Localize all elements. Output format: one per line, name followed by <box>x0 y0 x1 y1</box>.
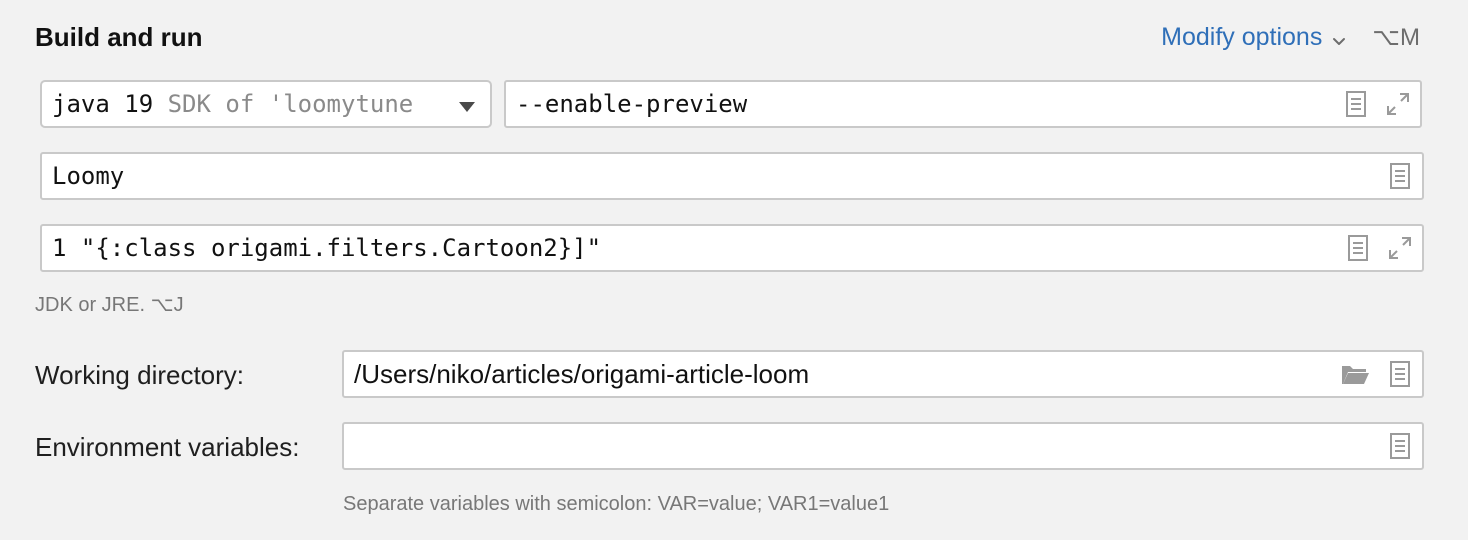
environment-variables-icons <box>1388 424 1412 468</box>
program-arguments-input[interactable]: 1 "{:class origami.filters.Cartoon2}]" <box>52 226 601 270</box>
folder-open-icon[interactable] <box>1340 360 1370 388</box>
modify-options-link[interactable]: Modify options <box>1161 23 1322 52</box>
section-title: Build and run <box>35 22 203 52</box>
document-icon[interactable] <box>1346 234 1370 262</box>
document-icon[interactable] <box>1344 90 1368 118</box>
working-directory-label: Working directory: <box>35 360 245 390</box>
modify-options[interactable]: Modify options ⌥M <box>1161 20 1420 54</box>
chevron-down-icon[interactable] <box>1330 28 1348 46</box>
vm-options-field[interactable]: --enable-preview <box>504 80 1422 128</box>
jdk-combobox[interactable]: java 19 SDK of 'loomytune <box>40 80 492 128</box>
main-class-field[interactable]: Loomy <box>40 152 1424 200</box>
environment-variables-hint: Separate variables with semicolon: VAR=v… <box>343 493 890 515</box>
triangle-down-icon[interactable] <box>458 100 476 112</box>
jdk-hint: JDK or JRE. ⌥J <box>35 294 184 316</box>
document-icon[interactable] <box>1388 162 1412 190</box>
document-icon[interactable] <box>1388 432 1412 460</box>
working-directory-field[interactable]: /Users/niko/articles/origami-article-loo… <box>342 350 1424 398</box>
program-arguments-icons <box>1346 226 1412 270</box>
vm-options-input[interactable]: --enable-preview <box>516 82 747 126</box>
working-directory-input[interactable]: /Users/niko/articles/origami-article-loo… <box>354 352 809 396</box>
vm-options-icons <box>1344 82 1410 126</box>
environment-variables-label: Environment variables: <box>35 432 300 462</box>
jdk-value: java 19 <box>52 90 154 118</box>
jdk-combobox-text: java 19 SDK of 'loomytune <box>52 82 450 126</box>
working-directory-icons <box>1340 352 1412 396</box>
expand-icon[interactable] <box>1386 90 1410 118</box>
environment-variables-field[interactable] <box>342 422 1424 470</box>
program-arguments-field[interactable]: 1 "{:class origami.filters.Cartoon2}]" <box>40 224 1424 272</box>
jdk-detail: SDK of 'loomytune <box>167 90 414 118</box>
main-class-icons <box>1388 154 1412 198</box>
main-class-input[interactable]: Loomy <box>52 154 124 198</box>
document-icon[interactable] <box>1388 360 1412 388</box>
modify-options-shortcut: ⌥M <box>1372 23 1420 51</box>
expand-icon[interactable] <box>1388 234 1412 262</box>
